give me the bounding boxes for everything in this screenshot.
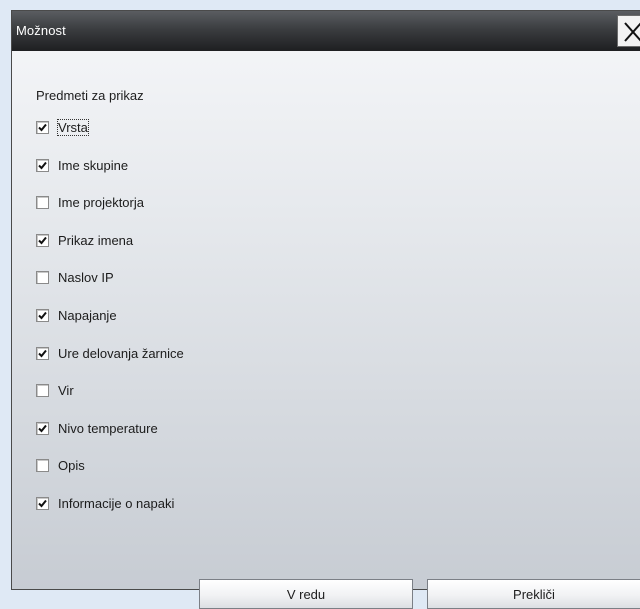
- dialog-content: Predmeti za prikaz Vrsta Ime skupine Ime p…: [12, 51, 640, 609]
- option-row[interactable]: Nivo temperature: [36, 418, 158, 438]
- option-row[interactable]: Informacije o napaki: [36, 493, 174, 513]
- option-label: Napajanje: [58, 307, 117, 323]
- checkmark-icon: [38, 499, 47, 507]
- option-label: Ime skupine: [58, 157, 129, 173]
- checkmark-icon: [38, 123, 47, 131]
- close-button[interactable]: [617, 15, 640, 47]
- option-label: Vir: [58, 382, 74, 398]
- option-label: Vrsta: [57, 118, 89, 136]
- checkbox-checked[interactable]: [36, 421, 49, 435]
- checkbox-unchecked[interactable]: [36, 458, 49, 472]
- dialog-title: Možnost: [16, 23, 66, 38]
- checkmark-icon: [38, 424, 47, 432]
- option-label: Informacije o napaki: [58, 495, 175, 511]
- checkmark-icon: [38, 349, 47, 357]
- checkmark-icon: [38, 161, 47, 169]
- checkbox-unchecked[interactable]: [36, 383, 49, 397]
- desktop-background: Možnost Predmeti za prikaz Vrsta Ime skup…: [0, 0, 640, 609]
- option-row[interactable]: Naslov IP: [36, 267, 114, 287]
- checkbox-checked[interactable]: [36, 233, 49, 247]
- option-label: Prikaz imena: [58, 232, 134, 248]
- options-dialog: Možnost Predmeti za prikaz Vrsta Ime skup…: [11, 10, 640, 609]
- option-label: Nivo temperature: [58, 420, 158, 436]
- checkbox-unchecked[interactable]: [36, 270, 49, 284]
- checkbox-unchecked[interactable]: [36, 195, 49, 209]
- checkbox-checked[interactable]: [36, 308, 49, 322]
- option-row[interactable]: Ure delovanja žarnice: [36, 343, 184, 363]
- title-bar[interactable]: Možnost: [12, 11, 640, 51]
- close-icon: [624, 22, 640, 42]
- option-label: Ure delovanja žarnice: [58, 345, 184, 361]
- checkmark-icon: [38, 236, 47, 244]
- option-label: Opis: [58, 457, 85, 473]
- ok-button[interactable]: V redu: [199, 579, 413, 609]
- option-row[interactable]: Napajanje: [36, 305, 117, 325]
- option-row[interactable]: Ime skupine: [36, 155, 128, 175]
- option-label: Ime projektorja: [58, 194, 144, 210]
- option-row[interactable]: Vir: [36, 380, 74, 400]
- cancel-button[interactable]: Prekliči: [427, 579, 640, 609]
- checkbox-checked[interactable]: [36, 496, 49, 510]
- checkmark-icon: [38, 311, 47, 319]
- display-items-heading: Predmeti za prikaz: [36, 88, 144, 103]
- option-row[interactable]: Opis: [36, 455, 85, 475]
- option-label: Naslov IP: [58, 269, 114, 285]
- checkbox-checked[interactable]: [36, 158, 49, 172]
- option-row[interactable]: Ime projektorja: [36, 192, 144, 212]
- checkbox-checked[interactable]: [36, 120, 49, 134]
- option-row[interactable]: Prikaz imena: [36, 230, 133, 250]
- option-row[interactable]: Vrsta: [36, 117, 89, 137]
- checkbox-checked[interactable]: [36, 346, 49, 360]
